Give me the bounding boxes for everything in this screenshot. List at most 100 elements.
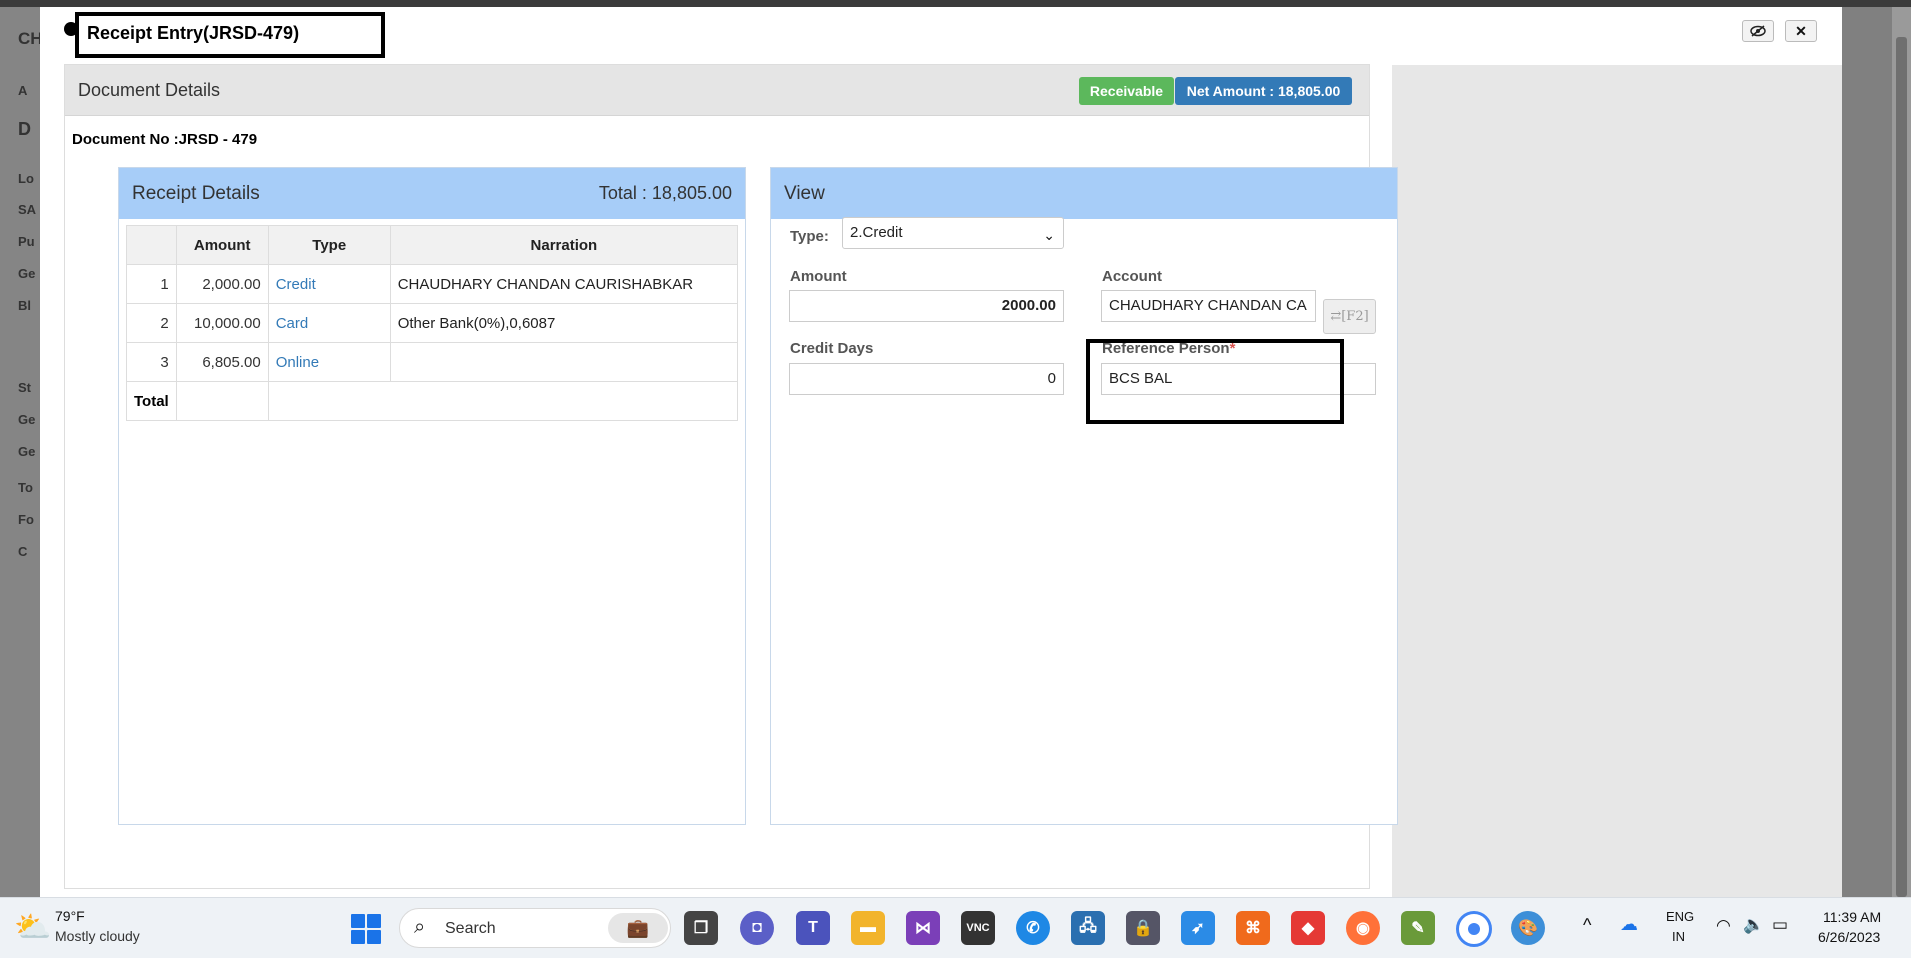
total-row-empty [267, 381, 739, 421]
view-panel: View [770, 167, 1398, 825]
visual-studio-icon[interactable]: ⋈ [906, 911, 940, 945]
close-button[interactable]: ✕ [1785, 20, 1817, 42]
battery-icon[interactable]: ▭ [1772, 915, 1788, 935]
close-icon: ✕ [1795, 22, 1807, 39]
wifi-icon[interactable]: ◠ [1716, 916, 1731, 936]
credit-days-label: Credit Days [790, 340, 874, 357]
modal-title: Receipt Entry(JRSD-479) [75, 12, 385, 58]
clock-date[interactable]: 6/26/2023 [1818, 929, 1880, 945]
search-placeholder: Search [445, 920, 496, 937]
chat-icon[interactable]: ◘ [740, 911, 774, 945]
chevron-up-icon[interactable]: ^ [1583, 915, 1591, 936]
windows-taskbar: ⛅ 79°F Mostly cloudy ⌕ Search 💼 ❐ ◘ T ▬ … [0, 897, 1911, 958]
table-row[interactable]: 1 2,000.00 Credit CHAUDHARY CHANDAN CAUR… [126, 264, 739, 304]
xampp-icon[interactable]: ⌘ [1236, 911, 1270, 945]
net-amount-badge: Net Amount : 18,805.00 [1175, 77, 1352, 105]
row-type-link[interactable]: Online [267, 342, 391, 382]
browser-top-bar [0, 0, 1911, 7]
receipt-details-panel: Receipt Details Total : 18,805.00 Amount… [118, 167, 746, 825]
document-details-title: Document Details [78, 80, 221, 100]
windows-start-icon[interactable] [351, 914, 381, 944]
bg-letter: To [18, 480, 33, 495]
row-narration: CHAUDHARY CHANDAN CAURISHABKAR [389, 264, 739, 304]
row-amount: 2,000.00 [175, 264, 269, 304]
account-label: Account [1102, 268, 1162, 285]
receipt-details-header: Receipt Details Total : 18,805.00 [119, 168, 745, 219]
table-header-row: Amount Type Narration [126, 225, 739, 265]
row-type-link[interactable]: Credit [267, 264, 391, 304]
dolphin-icon[interactable]: ➶ [1181, 911, 1215, 945]
receipt-table: Amount Type Narration 1 2,000.00 Credit … [126, 225, 739, 421]
scrollbar-thumb[interactable] [1896, 37, 1907, 897]
chrome-icon[interactable] [1456, 911, 1492, 947]
bg-letter: Pu [18, 234, 35, 249]
cloud-sun-icon[interactable]: ⛅ [14, 910, 51, 945]
file-explorer-icon[interactable]: ▬ [851, 911, 885, 945]
col-header-index [126, 225, 177, 265]
bg-letter: Lo [18, 171, 34, 186]
bg-letter: SA [18, 202, 37, 217]
language-indicator[interactable]: ENG [1666, 909, 1694, 924]
anydesk-icon[interactable]: ◆ [1291, 911, 1325, 945]
document-details-header: Document Details Receivable Net Amount :… [65, 65, 1369, 116]
amount-label: Amount [790, 268, 847, 285]
clock-time[interactable]: 11:39 AM [1823, 909, 1881, 925]
weather-description[interactable]: Mostly cloudy [55, 928, 140, 944]
receipt-total: Total : 18,805.00 [598, 183, 732, 203]
credit-days-input[interactable]: 0 [789, 363, 1064, 395]
network-computers-icon[interactable]: 🖧 [1071, 911, 1105, 945]
reference-person-highlight-box [1086, 339, 1344, 424]
search-icon: ⌕ [414, 916, 426, 938]
taskbar-search[interactable]: ⌕ Search 💼 [399, 908, 671, 948]
account-lookup-label: [F2] [1341, 309, 1369, 324]
bg-letter: C [18, 544, 28, 559]
swap-arrows-icon: ⇄ [1330, 309, 1342, 324]
row-index: 2 [126, 303, 177, 343]
background-app-left-edge: CH A D Lo SA Pu Ge Bl St Ge Ge To Fo C [0, 7, 43, 897]
speaker-icon[interactable]: 🔈 [1743, 915, 1764, 935]
phone-icon[interactable]: ✆ [1016, 911, 1050, 945]
page-scrollbar[interactable] [1892, 7, 1911, 897]
hide-toggle-button[interactable] [1742, 20, 1774, 42]
row-index: 1 [126, 264, 177, 304]
view-title: View [784, 183, 825, 204]
receipt-entry-modal: Receipt Entry(JRSD-479) ✕ Document Detai… [40, 7, 1842, 897]
row-amount: 10,000.00 [175, 303, 269, 343]
onedrive-cloud-icon[interactable]: ☁ [1620, 914, 1638, 935]
bg-letter: Fo [18, 512, 34, 527]
table-total-row: Total [126, 381, 739, 421]
receivable-badge: Receivable [1079, 77, 1174, 105]
amount-input[interactable]: 2000.00 [789, 290, 1064, 322]
table-row[interactable]: 2 10,000.00 Card Other Bank(0%),0,6087 [126, 303, 739, 343]
lock-computer-icon[interactable]: 🔒 [1126, 911, 1160, 945]
document-number: Document No :JRSD - 479 [72, 131, 258, 148]
vnc-viewer-icon[interactable]: VNC [961, 911, 995, 945]
bg-letter: CH [18, 29, 43, 48]
row-narration: Other Bank(0%),0,6087 [389, 303, 739, 343]
side-panel [1392, 65, 1842, 897]
bg-letter: St [18, 380, 31, 395]
task-view-icon[interactable]: ❐ [684, 911, 718, 945]
col-header-type: Type [267, 225, 391, 265]
type-select[interactable]: 2.Credit ⌄ [842, 217, 1064, 249]
eye-slash-icon [1750, 25, 1766, 37]
receipt-details-title: Receipt Details [132, 183, 260, 204]
weather-temperature[interactable]: 79°F [55, 908, 85, 924]
table-row[interactable]: 3 6,805.00 Online [126, 342, 739, 382]
firefox-icon[interactable]: ◉ [1346, 911, 1380, 945]
notepad-icon[interactable]: ✎ [1401, 911, 1435, 945]
row-type-link[interactable]: Card [267, 303, 391, 343]
teams-icon[interactable]: T [796, 911, 830, 945]
language-region[interactable]: IN [1672, 929, 1685, 944]
total-row-empty [175, 381, 269, 421]
view-header: View [771, 168, 1397, 219]
briefcase-icon: 💼 [608, 913, 668, 943]
col-header-amount: Amount [175, 225, 269, 265]
bg-letter: Ge [18, 444, 36, 459]
account-lookup-button[interactable]: ⇄ [F2] [1323, 299, 1376, 334]
account-input[interactable]: CHAUDHARY CHANDAN CA [1101, 290, 1316, 322]
paint-icon[interactable]: 🎨 [1511, 911, 1545, 945]
bg-letter: A [18, 83, 28, 98]
row-amount: 6,805.00 [175, 342, 269, 382]
bg-letter: Bl [18, 298, 31, 313]
